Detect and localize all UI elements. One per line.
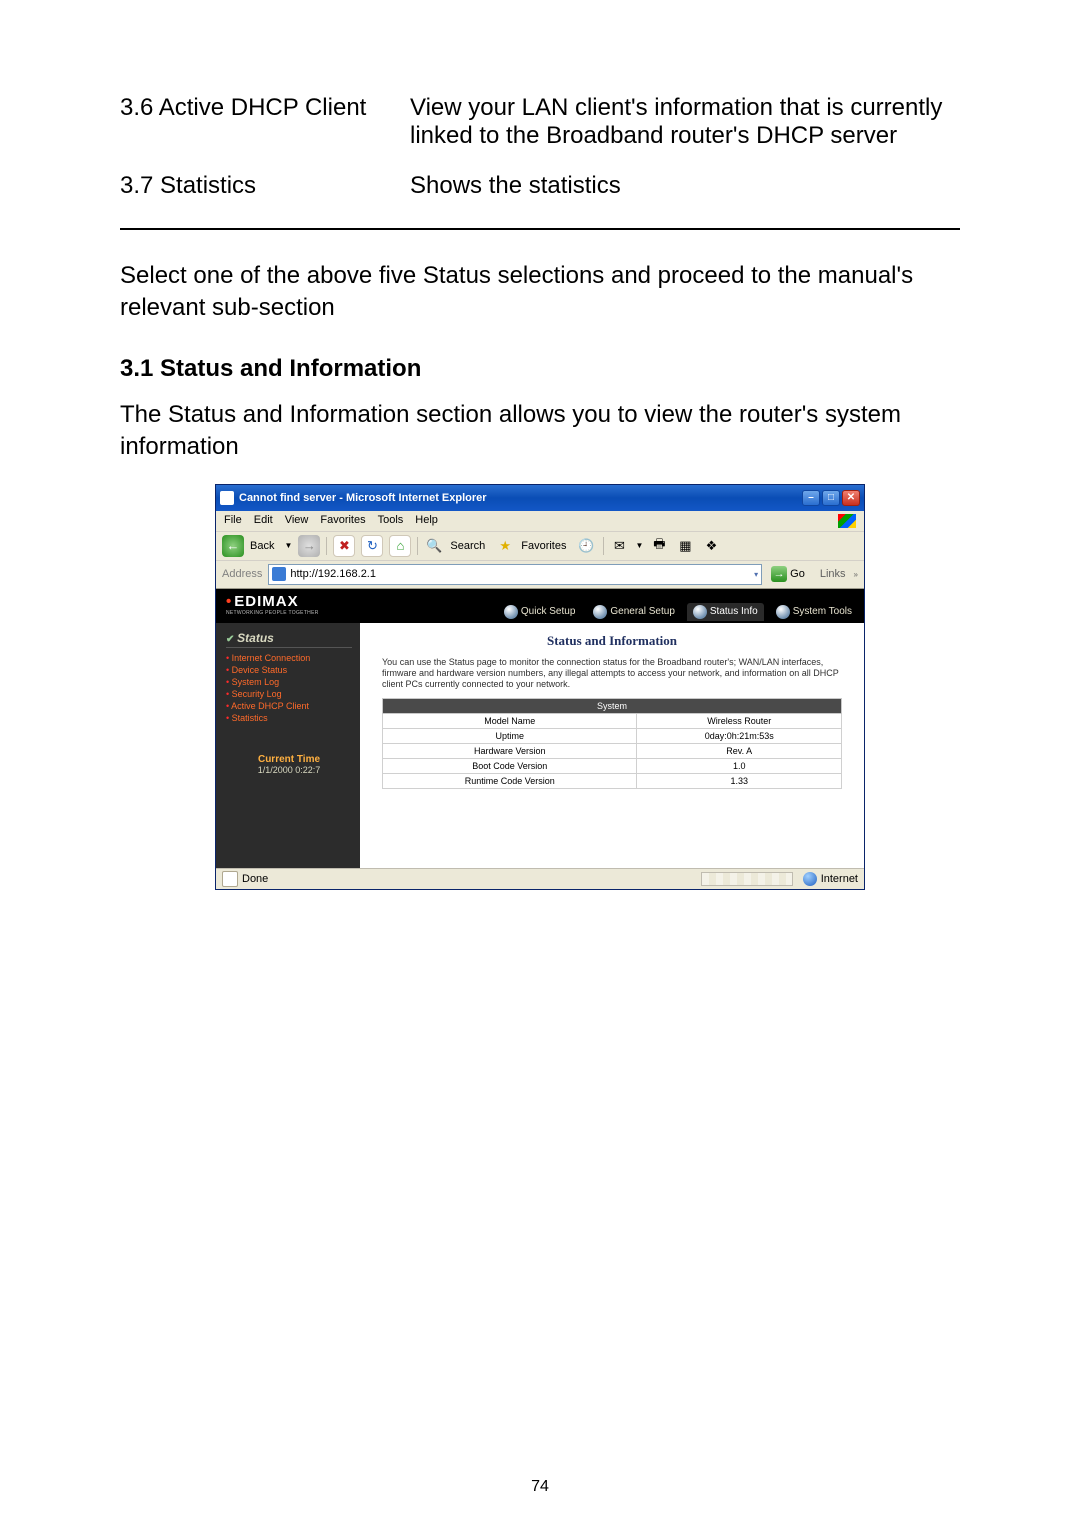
nav-statistics[interactable]: Statistics — [226, 712, 352, 724]
internet-zone-icon — [803, 872, 817, 886]
ie-address-bar: Address http://192.168.2.1 ▾ → Go Links … — [216, 561, 864, 589]
tab-system-tools[interactable]: System Tools — [770, 603, 858, 621]
nav-system-log[interactable]: System Log — [226, 676, 352, 688]
system-table: System Model NameWireless Router Uptime0… — [382, 698, 842, 789]
separator-icon — [326, 537, 327, 555]
nav-security-log[interactable]: Security Log — [226, 688, 352, 700]
status-zone-text: Internet — [821, 873, 858, 885]
menu-help[interactable]: Help — [415, 514, 438, 528]
separator-icon — [603, 537, 604, 555]
maximize-button[interactable]: □ — [822, 490, 840, 506]
links-label[interactable]: Links — [820, 568, 846, 580]
windows-flag-icon — [838, 514, 856, 528]
def-term: 3.6 Active DHCP Client — [120, 90, 410, 168]
address-label: Address — [222, 568, 262, 580]
search-icon[interactable]: 🔍 — [424, 536, 444, 556]
page-number: 74 — [0, 1478, 1080, 1496]
ie-window: Cannot find server - Microsoft Internet … — [215, 484, 865, 890]
ie-page-icon — [220, 491, 234, 505]
def-desc: View your LAN client's information that … — [410, 90, 960, 168]
ie-toolbar: ← Back ▼ → ✖ ↻ ⌂ 🔍 Search ★ Favorites 🕘 … — [216, 532, 864, 561]
print-icon[interactable]: 🖶 — [649, 536, 669, 556]
current-time-label: Current Time — [226, 754, 352, 765]
edit-icon[interactable]: ▦ — [675, 536, 695, 556]
favorites-icon[interactable]: ★ — [495, 536, 515, 556]
minimize-button[interactable]: – — [802, 490, 820, 506]
router-page: •EDIMAX NETWORKING PEOPLE TOGETHER Quick… — [216, 589, 864, 889]
separator-icon — [417, 537, 418, 555]
menu-edit[interactable]: Edit — [254, 514, 273, 528]
table-row: Runtime Code Version1.33 — [383, 774, 842, 789]
instruction-text: Select one of the above five Status sele… — [120, 260, 960, 325]
edimax-tagline: NETWORKING PEOPLE TOGETHER — [226, 610, 319, 616]
messenger-icon[interactable]: ❖ — [701, 536, 721, 556]
tab-general-setup[interactable]: General Setup — [587, 603, 681, 621]
system-table-header: System — [383, 699, 842, 714]
router-header: •EDIMAX NETWORKING PEOPLE TOGETHER Quick… — [216, 589, 864, 623]
nav-active-dhcp-client[interactable]: Active DHCP Client — [226, 700, 352, 712]
stop-button[interactable]: ✖ — [333, 535, 355, 557]
go-button[interactable]: → Go — [768, 566, 808, 582]
mail-icon[interactable]: ✉ — [610, 536, 630, 556]
current-time-value: 1/1/2000 0:22:7 — [226, 765, 352, 775]
status-done-text: Done — [242, 873, 268, 885]
refresh-button[interactable]: ↻ — [361, 535, 383, 557]
back-label[interactable]: Back — [250, 540, 274, 552]
divider — [120, 228, 960, 230]
menu-view[interactable]: View — [285, 514, 309, 528]
def-desc: Shows the statistics — [410, 168, 960, 218]
panel-title: Status and Information — [382, 633, 842, 649]
ie-titlebar: Cannot find server - Microsoft Internet … — [216, 485, 864, 511]
table-row: Hardware VersionRev. A — [383, 744, 842, 759]
ie-menubar: File Edit View Favorites Tools Help — [216, 511, 864, 532]
router-sidebar: Status Internet Connection Device Status… — [216, 623, 360, 868]
history-icon[interactable]: 🕘 — [577, 536, 597, 556]
search-label[interactable]: Search — [450, 540, 485, 552]
go-label: Go — [790, 568, 805, 580]
router-main-panel: Status and Information You can use the S… — [360, 623, 864, 868]
section-heading: 3.1 Status and Information — [120, 355, 960, 383]
table-row: Uptime0day:0h:21m:53s — [383, 729, 842, 744]
sidebar-nav: Internet Connection Device Status System… — [226, 652, 352, 724]
progress-indicator — [701, 872, 793, 886]
definition-table: 3.6 Active DHCP Client View your LAN cli… — [120, 90, 960, 218]
ie-title: Cannot find server - Microsoft Internet … — [239, 492, 802, 504]
close-button[interactable]: ✕ — [842, 490, 860, 506]
table-row: 3.7 Statistics Shows the statistics — [120, 168, 960, 218]
edimax-logo: •EDIMAX — [226, 593, 299, 610]
forward-button[interactable]: → — [298, 535, 320, 557]
ie-page-icon — [272, 567, 286, 581]
go-arrow-icon: → — [771, 566, 787, 582]
done-icon — [222, 871, 238, 887]
ie-status-bar: Done Internet — [216, 868, 864, 889]
menu-file[interactable]: File — [224, 514, 242, 528]
address-input[interactable]: http://192.168.2.1 ▾ — [268, 564, 762, 585]
home-button[interactable]: ⌂ — [389, 535, 411, 557]
section-body: The Status and Information section allow… — [120, 399, 960, 464]
def-term: 3.7 Statistics — [120, 168, 410, 218]
menu-favorites[interactable]: Favorites — [320, 514, 365, 528]
table-row: Model NameWireless Router — [383, 714, 842, 729]
tab-status-info[interactable]: Status Info — [687, 603, 764, 621]
sidebar-heading: Status — [226, 631, 352, 648]
table-row: Boot Code Version1.0 — [383, 759, 842, 774]
url-text: http://192.168.2.1 — [290, 568, 376, 580]
table-row: 3.6 Active DHCP Client View your LAN cli… — [120, 90, 960, 168]
menu-tools[interactable]: Tools — [378, 514, 404, 528]
back-button[interactable]: ← — [222, 535, 244, 557]
nav-internet-connection[interactable]: Internet Connection — [226, 652, 352, 664]
nav-device-status[interactable]: Device Status — [226, 664, 352, 676]
favorites-label[interactable]: Favorites — [521, 540, 566, 552]
panel-description: You can use the Status page to monitor t… — [382, 657, 842, 691]
tab-quick-setup[interactable]: Quick Setup — [498, 603, 581, 621]
